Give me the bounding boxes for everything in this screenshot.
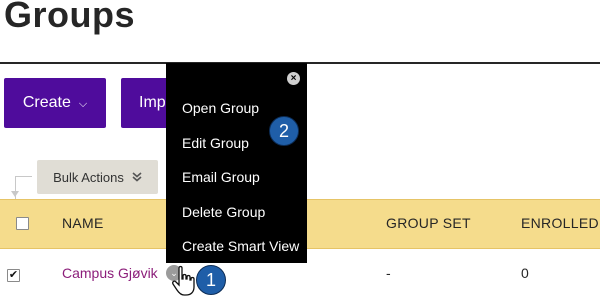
menu-item-create-smart-view[interactable]: Create Smart View [182, 238, 299, 254]
create-button[interactable]: Create ⌵ [4, 78, 106, 128]
page-title: Groups [4, 0, 136, 35]
column-header-name[interactable]: NAME [62, 215, 104, 231]
bulk-actions-button[interactable]: Bulk Actions [37, 160, 158, 194]
callout-badge-1: 1 [196, 265, 226, 295]
enrolled-cell: 0 [521, 265, 529, 281]
hand-cursor-icon [172, 265, 195, 296]
row-checkbox[interactable]: ✔ [7, 269, 20, 282]
select-all-checkbox[interactable] [16, 217, 29, 230]
menu-item-email-group[interactable]: Email Group [182, 169, 260, 185]
column-header-group-set[interactable]: GROUP SET [386, 215, 471, 231]
close-icon[interactable]: × [287, 72, 300, 85]
bulk-actions-label: Bulk Actions [53, 169, 124, 185]
import-button-label: Imp [139, 94, 166, 111]
group-name-link[interactable]: Campus Gjøvik [62, 265, 158, 281]
create-button-label: Create [22, 94, 71, 111]
group-options-menu: × Open Group Edit Group Email Group Dele… [166, 63, 307, 263]
bulk-connector-arrow [11, 191, 19, 197]
chevron-down-icon: ⌵ [78, 97, 88, 110]
group-set-cell: - [386, 265, 391, 281]
double-chevron-down-icon [132, 171, 142, 183]
column-header-enrolled[interactable]: ENROLLED I [521, 215, 600, 231]
menu-item-delete-group[interactable]: Delete Group [182, 204, 265, 220]
menu-item-edit-group[interactable]: Edit Group [182, 135, 249, 151]
callout-badge-2: 2 [269, 116, 299, 146]
menu-item-open-group[interactable]: Open Group [182, 100, 259, 116]
